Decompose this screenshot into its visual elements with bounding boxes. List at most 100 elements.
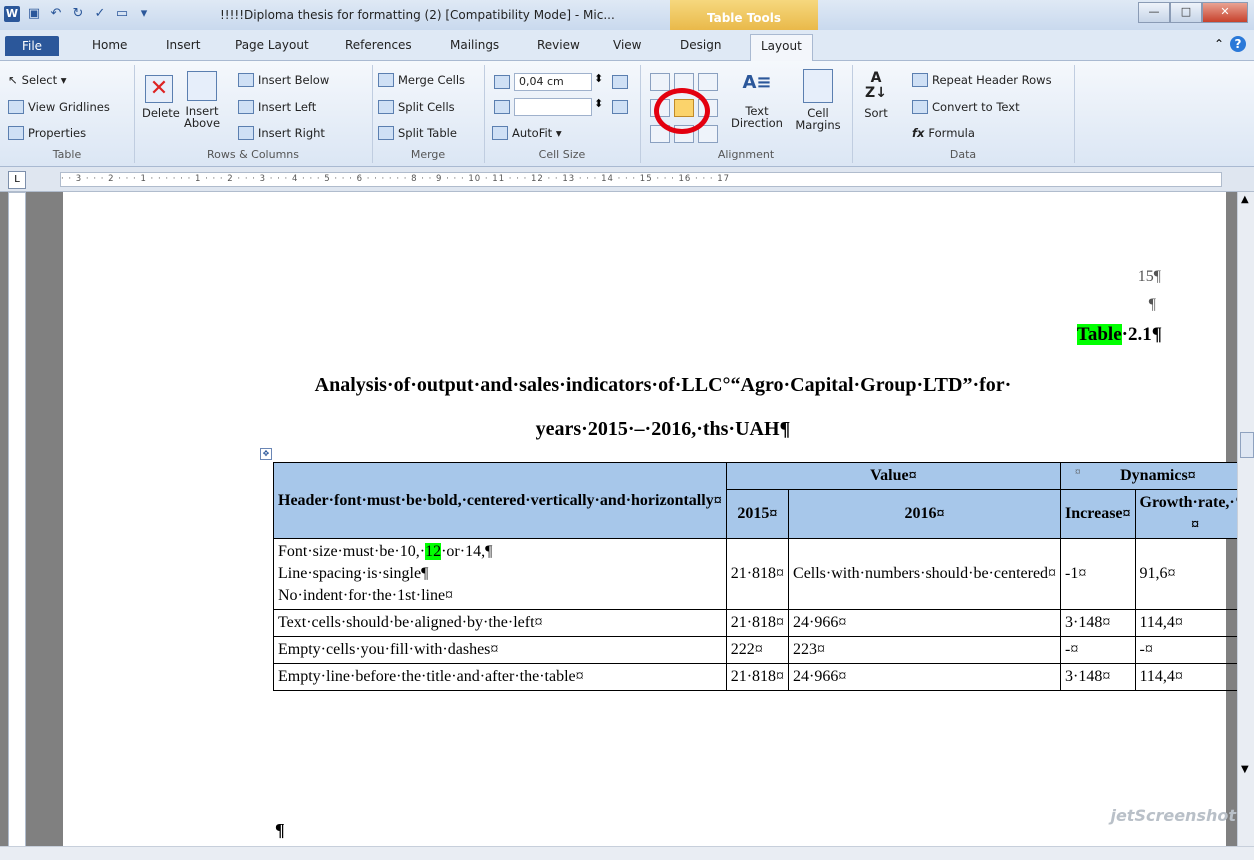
repeat-header-icon bbox=[912, 73, 928, 87]
row4-text-cell[interactable]: Empty·line·before·the·title·and·after·th… bbox=[274, 664, 727, 691]
group-label-table: Table bbox=[0, 148, 134, 161]
ruler-scale[interactable]: · · 3 · · · 2 · · · 1 · · · · · · 1 · · … bbox=[60, 172, 1222, 187]
convert-to-text-button[interactable]: Convert to Text bbox=[912, 100, 1020, 114]
help-icon[interactable]: ? bbox=[1230, 36, 1246, 52]
row2-text-cell[interactable]: Text·cells·should·be·aligned·by·the·left… bbox=[274, 610, 727, 637]
group-table: ↖Select ▾ View Gridlines Properties Tabl… bbox=[0, 65, 135, 163]
row1-2015-cell[interactable]: 21·818¤ bbox=[726, 539, 788, 610]
align-top-right-icon[interactable] bbox=[698, 73, 718, 91]
view-gridlines-button[interactable]: View Gridlines bbox=[8, 100, 110, 114]
insert-right-button[interactable]: Insert Right bbox=[238, 126, 325, 140]
autofit-button[interactable]: AutoFit ▾ bbox=[492, 126, 562, 140]
row2-2016-cell[interactable]: 24·966¤ bbox=[789, 610, 1061, 637]
minimize-icon[interactable]: — bbox=[1138, 2, 1170, 23]
quick-access-toolbar: W ▣ ↶ ↻ ✓ ▭ ▾ bbox=[4, 6, 152, 22]
dynamics-header-cell[interactable]: Dynamics¤ bbox=[1061, 463, 1254, 490]
vertical-scrollbar[interactable]: ▲ ▼ bbox=[1237, 192, 1254, 846]
empty-paragraph-mark: ¶ bbox=[1149, 296, 1156, 314]
tab-insert[interactable]: Insert bbox=[166, 38, 200, 52]
horizontal-scrollbar[interactable] bbox=[0, 846, 1254, 860]
row4-2015-cell[interactable]: 21·818¤ bbox=[726, 664, 788, 691]
row3-text-cell[interactable]: Empty·cells·you·fill·with·dashes¤ bbox=[274, 637, 727, 664]
row3-2016-cell[interactable]: 223¤ bbox=[789, 637, 1061, 664]
insert-below-icon bbox=[238, 73, 254, 87]
header-main-cell[interactable]: Header·font·must·be·bold,·centered·verti… bbox=[274, 463, 727, 539]
tab-design[interactable]: Design bbox=[680, 38, 721, 52]
vertical-ruler[interactable] bbox=[8, 192, 26, 848]
formula-button[interactable]: fxFormula bbox=[912, 126, 975, 140]
split-table-icon bbox=[378, 126, 394, 140]
open-folder-icon[interactable]: ▭ bbox=[114, 6, 130, 22]
insert-below-button[interactable]: Insert Below bbox=[238, 73, 329, 87]
split-cells-icon bbox=[378, 100, 394, 114]
scroll-thumb[interactable] bbox=[1240, 432, 1254, 458]
table-move-handle-icon[interactable]: ✥ bbox=[260, 448, 272, 460]
insert-left-button[interactable]: Insert Left bbox=[238, 100, 316, 114]
split-table-button[interactable]: Split Table bbox=[378, 126, 457, 140]
close-icon[interactable]: ✕ bbox=[1202, 2, 1248, 23]
tab-references[interactable]: References bbox=[345, 38, 412, 52]
align-top-left-icon[interactable] bbox=[650, 73, 670, 91]
tab-review[interactable]: Review bbox=[537, 38, 580, 52]
redo-icon[interactable]: ↻ bbox=[70, 6, 86, 22]
select-button[interactable]: ↖Select ▾ bbox=[8, 73, 67, 87]
col-2016-cell[interactable]: 2016¤ bbox=[789, 490, 1061, 539]
merge-cells-icon bbox=[378, 73, 394, 87]
table-label: Table·2.1¶ bbox=[1077, 324, 1162, 346]
tab-home[interactable]: Home bbox=[92, 38, 127, 52]
row-height-spinner[interactable]: ⬍ bbox=[594, 72, 603, 85]
caption-line-1: Analysis·of·output·and·sales·indicators·… bbox=[213, 374, 1113, 397]
row2-increase-cell[interactable]: 3·148¤ bbox=[1061, 610, 1135, 637]
scroll-up-icon[interactable]: ▲ bbox=[1241, 194, 1249, 205]
sort-button[interactable]: AZ↓Sort bbox=[858, 71, 894, 119]
properties-button[interactable]: Properties bbox=[8, 126, 86, 140]
tab-selector-icon[interactable]: L bbox=[8, 171, 26, 189]
row1-2016-cell[interactable]: Cells·with·numbers·should·be·centered¤ bbox=[789, 539, 1061, 610]
undo-icon[interactable]: ↶ bbox=[48, 6, 64, 22]
col-increase-cell[interactable]: Increase¤ bbox=[1061, 490, 1135, 539]
tab-view[interactable]: View bbox=[613, 38, 641, 52]
tab-layout[interactable]: Layout bbox=[750, 34, 813, 61]
text-direction-button[interactable]: A≡TextDirection bbox=[728, 69, 786, 129]
row3-increase-cell[interactable]: -¤ bbox=[1061, 637, 1135, 664]
spelling-icon[interactable]: ✓ bbox=[92, 6, 108, 22]
delete-icon: ✕ bbox=[145, 75, 173, 103]
formula-fx-icon: fx bbox=[912, 126, 924, 140]
group-cell-size: 0,04 cm ⬍ ⬍ AutoFit ▾ Cell Size bbox=[484, 65, 641, 163]
scroll-down-icon[interactable]: ▼ bbox=[1241, 764, 1249, 775]
row3-2015-cell[interactable]: 222¤ bbox=[726, 637, 788, 664]
row4-2016-cell[interactable]: 24·966¤ bbox=[789, 664, 1061, 691]
document-page[interactable]: 15¶ ¶ Table·2.1¶ Analysis·of·output·and·… bbox=[63, 192, 1226, 846]
tab-file[interactable]: File bbox=[5, 36, 59, 56]
tab-page-layout[interactable]: Page Layout bbox=[235, 38, 309, 52]
col-width-field[interactable] bbox=[514, 98, 592, 116]
sample-table[interactable]: Header·font·must·be·bold,·centered·verti… bbox=[273, 462, 1254, 691]
distribute-rows-icon[interactable] bbox=[612, 75, 628, 89]
distribute-cols-icon[interactable] bbox=[612, 100, 628, 114]
sort-az-icon: AZ↓ bbox=[863, 71, 889, 103]
row-height-field[interactable]: 0,04 cm bbox=[514, 73, 592, 91]
save-icon[interactable]: ▣ bbox=[26, 6, 42, 22]
row1-increase-cell[interactable]: -1¤ bbox=[1061, 539, 1135, 610]
minimize-ribbon-icon[interactable]: ⌃ bbox=[1214, 37, 1224, 51]
text-direction-icon: A≡ bbox=[741, 69, 773, 101]
customize-qat-icon[interactable]: ▾ bbox=[136, 6, 152, 22]
split-cells-button[interactable]: Split Cells bbox=[378, 100, 455, 114]
cell-margins-button[interactable]: CellMargins bbox=[790, 69, 846, 131]
table-number: ·2.1¶ bbox=[1122, 324, 1162, 345]
row1-text-cell[interactable]: Font·size·must·be·10,·12·or·14,¶ Line·sp… bbox=[274, 539, 727, 610]
insert-above-button[interactable]: InsertAbove bbox=[182, 71, 222, 129]
row4-increase-cell[interactable]: 3·148¤ bbox=[1061, 664, 1135, 691]
col-width-spinner[interactable]: ⬍ bbox=[594, 97, 603, 110]
col-2015-cell[interactable]: 2015¤ bbox=[726, 490, 788, 539]
tab-mailings[interactable]: Mailings bbox=[450, 38, 499, 52]
value-header-cell[interactable]: Value¤ bbox=[726, 463, 1060, 490]
row2-2015-cell[interactable]: 21·818¤ bbox=[726, 610, 788, 637]
repeat-header-rows-button[interactable]: Repeat Header Rows bbox=[912, 73, 1052, 87]
group-label-data: Data bbox=[852, 148, 1074, 161]
delete-button[interactable]: ✕Delete bbox=[142, 75, 176, 119]
merge-cells-button[interactable]: Merge Cells bbox=[378, 73, 465, 87]
word-logo-icon[interactable]: W bbox=[4, 6, 20, 22]
insert-right-icon bbox=[238, 126, 254, 140]
maximize-icon[interactable]: □ bbox=[1170, 2, 1202, 23]
